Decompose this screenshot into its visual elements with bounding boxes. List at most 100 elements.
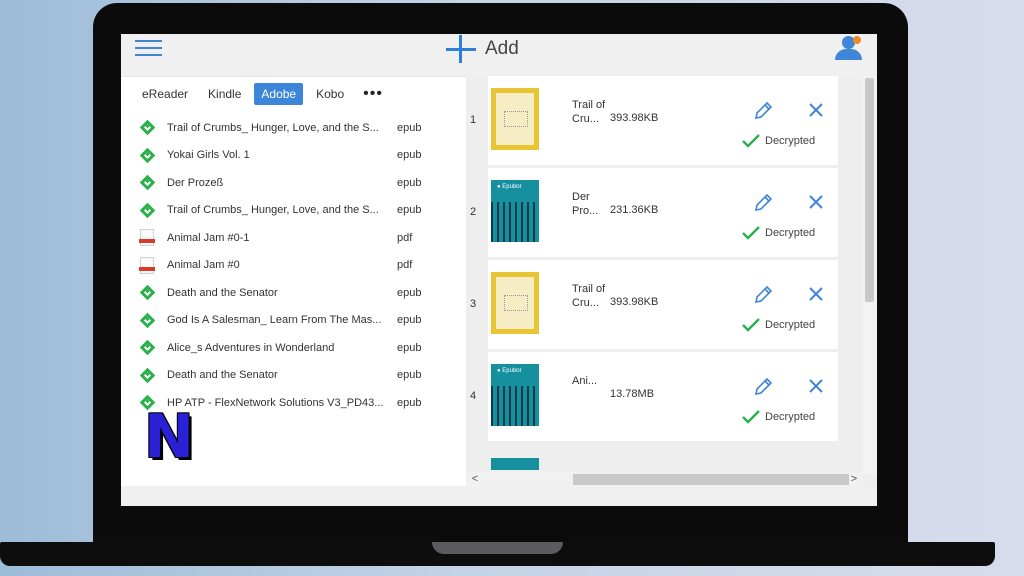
queue-row: 2 ● Epubor Der Pro... 231.36KB Decrypted: [466, 168, 877, 260]
status-text: Decrypted: [765, 135, 816, 147]
book-format: epub: [397, 204, 422, 217]
plus-icon: [445, 35, 477, 63]
row-index: 2: [469, 206, 477, 218]
status-badge: Decrypted: [742, 318, 815, 332]
queue-book-title: Der Pro...: [572, 191, 599, 217]
book-format: epub: [397, 369, 422, 382]
watermark-logo: N: [143, 402, 195, 472]
book-format: epub: [397, 176, 422, 189]
check-icon: [742, 318, 760, 332]
edit-pencil-icon[interactable]: [752, 192, 774, 214]
row-index: 1: [469, 114, 477, 126]
tab-kobo[interactable]: Kobo: [309, 83, 351, 105]
book-cover: [491, 272, 539, 334]
tab-kindle[interactable]: Kindle: [201, 83, 248, 105]
decrypt-panel: 1 Trail of Cru... 393.98KB Decrypted 2 ● Epub…: [466, 76, 877, 486]
book-title: Der Prozeß: [167, 176, 224, 189]
notification-dot: [853, 36, 861, 44]
book-list-item[interactable]: Death and the Senator epub: [137, 362, 457, 390]
epub-icon: [137, 146, 157, 164]
remove-close-icon[interactable]: [807, 193, 825, 211]
book-list-item[interactable]: Trail of Crumbs_ Hunger, Love, and the S…: [137, 197, 457, 225]
status-badge: Decrypted: [742, 226, 815, 240]
file-size: 13.78MB: [610, 388, 655, 400]
epub-icon: [137, 311, 157, 329]
book-format: epub: [397, 121, 422, 134]
check-icon: [742, 134, 760, 148]
book-list-item[interactable]: Der Prozeß epub: [137, 169, 457, 197]
pdf-icon: [137, 256, 157, 274]
remove-close-icon[interactable]: [807, 101, 825, 119]
queue-card: ● Epubor Der Pro... 231.36KB Decrypted: [488, 168, 838, 257]
app-window: Add eReader Kindle Adobe Kobo ••• Trail …: [121, 34, 877, 506]
status-badge: Decrypted: [742, 134, 815, 148]
file-size: 231.36KB: [610, 204, 659, 216]
book-title: Trail of Crumbs_ Hunger, Love, and the S…: [167, 204, 379, 217]
epub-icon: [137, 284, 157, 302]
vertical-scroll-thumb[interactable]: [865, 78, 874, 302]
queue-row: 4 ● Epubor Ani... 13.78MB Decrypted: [466, 352, 877, 444]
queue-card: Trail of Cru... 393.98KB Decrypted: [488, 260, 838, 349]
queue-row: 3 Trail of Cru... 393.98KB Decrypted: [466, 260, 877, 352]
tab-adobe[interactable]: Adobe: [254, 83, 304, 105]
book-list-item[interactable]: Alice_s Adventures in Wonderland epub: [137, 334, 457, 362]
book-format: epub: [397, 149, 422, 162]
status-text: Decrypted: [765, 319, 816, 331]
book-list-item[interactable]: Trail of Crumbs_ Hunger, Love, and the S…: [137, 114, 457, 142]
tab-ereader[interactable]: eReader: [135, 83, 195, 105]
edit-pencil-icon[interactable]: [752, 376, 774, 398]
edit-pencil-icon[interactable]: [752, 284, 774, 306]
source-tabs: eReader Kindle Adobe Kobo •••: [135, 83, 389, 105]
book-list-item[interactable]: Yokai Girls Vol. 1 epub: [137, 142, 457, 170]
book-format: epub: [397, 341, 422, 354]
book-cover: ● Epubor: [491, 364, 539, 426]
book-title: God Is A Salesman_ Learn From The Mas...: [167, 314, 382, 327]
check-icon: [742, 410, 760, 424]
book-title: Yokai Girls Vol. 1: [167, 149, 250, 162]
file-size: 393.98KB: [610, 296, 659, 308]
remove-close-icon[interactable]: [807, 377, 825, 395]
pdf-icon: [137, 229, 157, 247]
epub-icon: [137, 339, 157, 357]
book-list-item[interactable]: Death and the Senator epub: [137, 279, 457, 307]
more-tabs-icon[interactable]: •••: [357, 85, 389, 103]
book-title: Animal Jam #0: [167, 259, 240, 272]
book-list-item[interactable]: God Is A Salesman_ Learn From The Mas...…: [137, 307, 457, 335]
book-cover: ● Epubor: [491, 180, 539, 242]
book-title: Alice_s Adventures in Wonderland: [167, 341, 335, 354]
laptop-notch: [432, 542, 563, 554]
epub-icon: [137, 119, 157, 137]
queue-book-title: Ani...: [572, 375, 598, 387]
top-toolbar: Add: [121, 34, 877, 76]
book-title: Trail of Crumbs_ Hunger, Love, and the S…: [167, 121, 379, 134]
horizontal-scroll-thumb[interactable]: [573, 474, 849, 485]
hamburger-menu-icon[interactable]: [135, 38, 162, 58]
scroll-left-arrow[interactable]: <: [468, 472, 482, 486]
queue-card: Trail of Cru... 393.98KB Decrypted: [488, 76, 838, 165]
row-index: 3: [469, 298, 477, 310]
add-button[interactable]: Add: [445, 34, 519, 64]
partial-book-cover: [491, 458, 539, 470]
book-title: Death and the Senator: [167, 286, 278, 299]
edit-pencil-icon[interactable]: [752, 100, 774, 122]
book-format: epub: [397, 396, 422, 409]
book-list-item[interactable]: Animal Jam #0-1 pdf: [137, 224, 457, 252]
epub-icon: [137, 201, 157, 219]
scroll-right-arrow[interactable]: >: [847, 472, 861, 486]
library-panel: eReader Kindle Adobe Kobo ••• Trail of C…: [121, 76, 466, 486]
remove-close-icon[interactable]: [807, 285, 825, 303]
epub-icon: [137, 366, 157, 384]
queue-book-title: Trail of Cru...: [572, 99, 606, 125]
check-icon: [742, 226, 760, 240]
queue-card: ● Epubor Ani... 13.78MB Decrypted: [488, 352, 838, 441]
book-title: HP ATP - FlexNetwork Solutions V3_PD43..…: [167, 396, 384, 409]
status-text: Decrypted: [765, 227, 816, 239]
user-avatar-icon[interactable]: [833, 36, 863, 62]
book-list-item[interactable]: Animal Jam #0 pdf: [137, 252, 457, 280]
status-badge: Decrypted: [742, 410, 815, 424]
row-index: 4: [469, 390, 477, 402]
book-cover: [491, 88, 539, 150]
status-text: Decrypted: [765, 411, 816, 423]
book-format: epub: [397, 286, 422, 299]
queue-row: 1 Trail of Cru... 393.98KB Decrypted: [466, 76, 877, 168]
